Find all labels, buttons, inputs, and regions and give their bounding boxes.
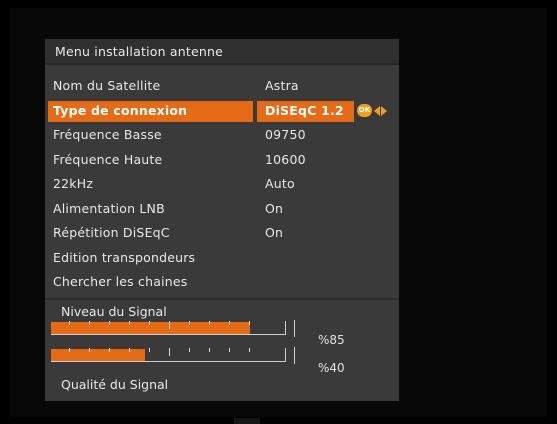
menu-item-value: 09750 [265, 127, 306, 142]
menu-item-value: 10600 [265, 151, 306, 167]
meter-tick [149, 348, 150, 352]
meter-tick [109, 321, 110, 325]
menu-item-22khz[interactable]: 22kHz Auto [45, 172, 399, 197]
antenna-installation-panel: Menu installation antenne Nom du Satelli… [45, 39, 399, 401]
meter-tick [189, 321, 190, 325]
menu-item-edit-transponders[interactable]: Edition transpondeurs [45, 246, 399, 271]
menu-item-value: Astra [265, 78, 299, 93]
arrow-left-icon[interactable] [374, 105, 380, 116]
signal-quality-percent: %40 [318, 361, 345, 375]
meter-tick [149, 321, 150, 325]
menu-item-value[interactable]: DiSEqC 1.2 [265, 99, 344, 124]
menu-item-label: Nom du Satellite [53, 78, 161, 93]
meter-tick [129, 348, 130, 352]
signal-level-label: Niveau du Signal [61, 304, 167, 319]
signal-quality-bar [51, 348, 286, 362]
menu-item-label: Alimentation LNB [53, 200, 165, 216]
menu-item-label: Chercher les chaines [53, 274, 188, 289]
meter-tick [229, 348, 230, 352]
menu-item-value: On [265, 225, 284, 240]
signal-level-bar [51, 321, 286, 335]
signal-level-percent: %85 [318, 333, 345, 347]
signal-level-fill [51, 322, 250, 334]
meter-center-tick [169, 321, 170, 329]
option-navigation-hint: OK [357, 104, 387, 118]
meter-tick [69, 348, 70, 352]
meter-tick [129, 321, 130, 325]
arrow-right-icon[interactable] [381, 105, 387, 116]
signal-quality-fill [51, 349, 145, 361]
menu-item-channel-search[interactable]: Chercher les chaines [45, 270, 399, 295]
menu-list: Nom du Satellite Astra Type de connexion… [45, 74, 399, 295]
menu-item-label: Répétition DiSEqC [53, 225, 170, 240]
menu-item-connection-type[interactable]: Type de connexion DiSEqC 1.2 OK [45, 99, 399, 124]
meter-tick [209, 321, 210, 325]
menu-item-satellite-name[interactable]: Nom du Satellite Astra [45, 74, 399, 99]
menu-item-label: Fréquence Basse [53, 127, 162, 142]
menu-item-lnb-power[interactable]: Alimentation LNB On [45, 197, 399, 222]
menu-item-label: Type de connexion [53, 102, 188, 118]
menu-item-high-frequency[interactable]: Fréquence Haute 10600 [45, 148, 399, 173]
meter-tick [69, 321, 70, 325]
meter-tick [109, 348, 110, 352]
meter-center-tick [169, 348, 170, 356]
meter-tick [89, 348, 90, 352]
menu-item-label: Fréquence Haute [53, 151, 163, 167]
meter-tick [89, 321, 90, 325]
meter-tick [249, 321, 250, 325]
menu-item-label: 22kHz [53, 176, 94, 191]
menu-item-low-frequency[interactable]: Fréquence Basse 09750 [45, 123, 399, 148]
meter-tick [249, 348, 250, 352]
meter-end-marker [294, 347, 295, 364]
menu-item-label: Edition transpondeurs [53, 249, 196, 265]
menu-item-value: Auto [265, 176, 295, 191]
menu-item-diseqc-repeat[interactable]: Répétition DiSEqC On [45, 221, 399, 246]
meter-tick [189, 348, 190, 352]
meter-tick [229, 321, 230, 325]
ok-icon: OK [357, 104, 372, 117]
menu-title: Menu installation antenne [45, 39, 399, 65]
screen-bottom-mark [234, 418, 260, 424]
menu-item-value: On [265, 200, 284, 216]
meter-end-marker [294, 320, 295, 337]
tv-screen: Menu installation antenne Nom du Satelli… [10, 8, 547, 424]
section-divider [45, 298, 399, 300]
meter-tick [209, 348, 210, 352]
signal-quality-label: Qualité du Signal [61, 377, 169, 392]
